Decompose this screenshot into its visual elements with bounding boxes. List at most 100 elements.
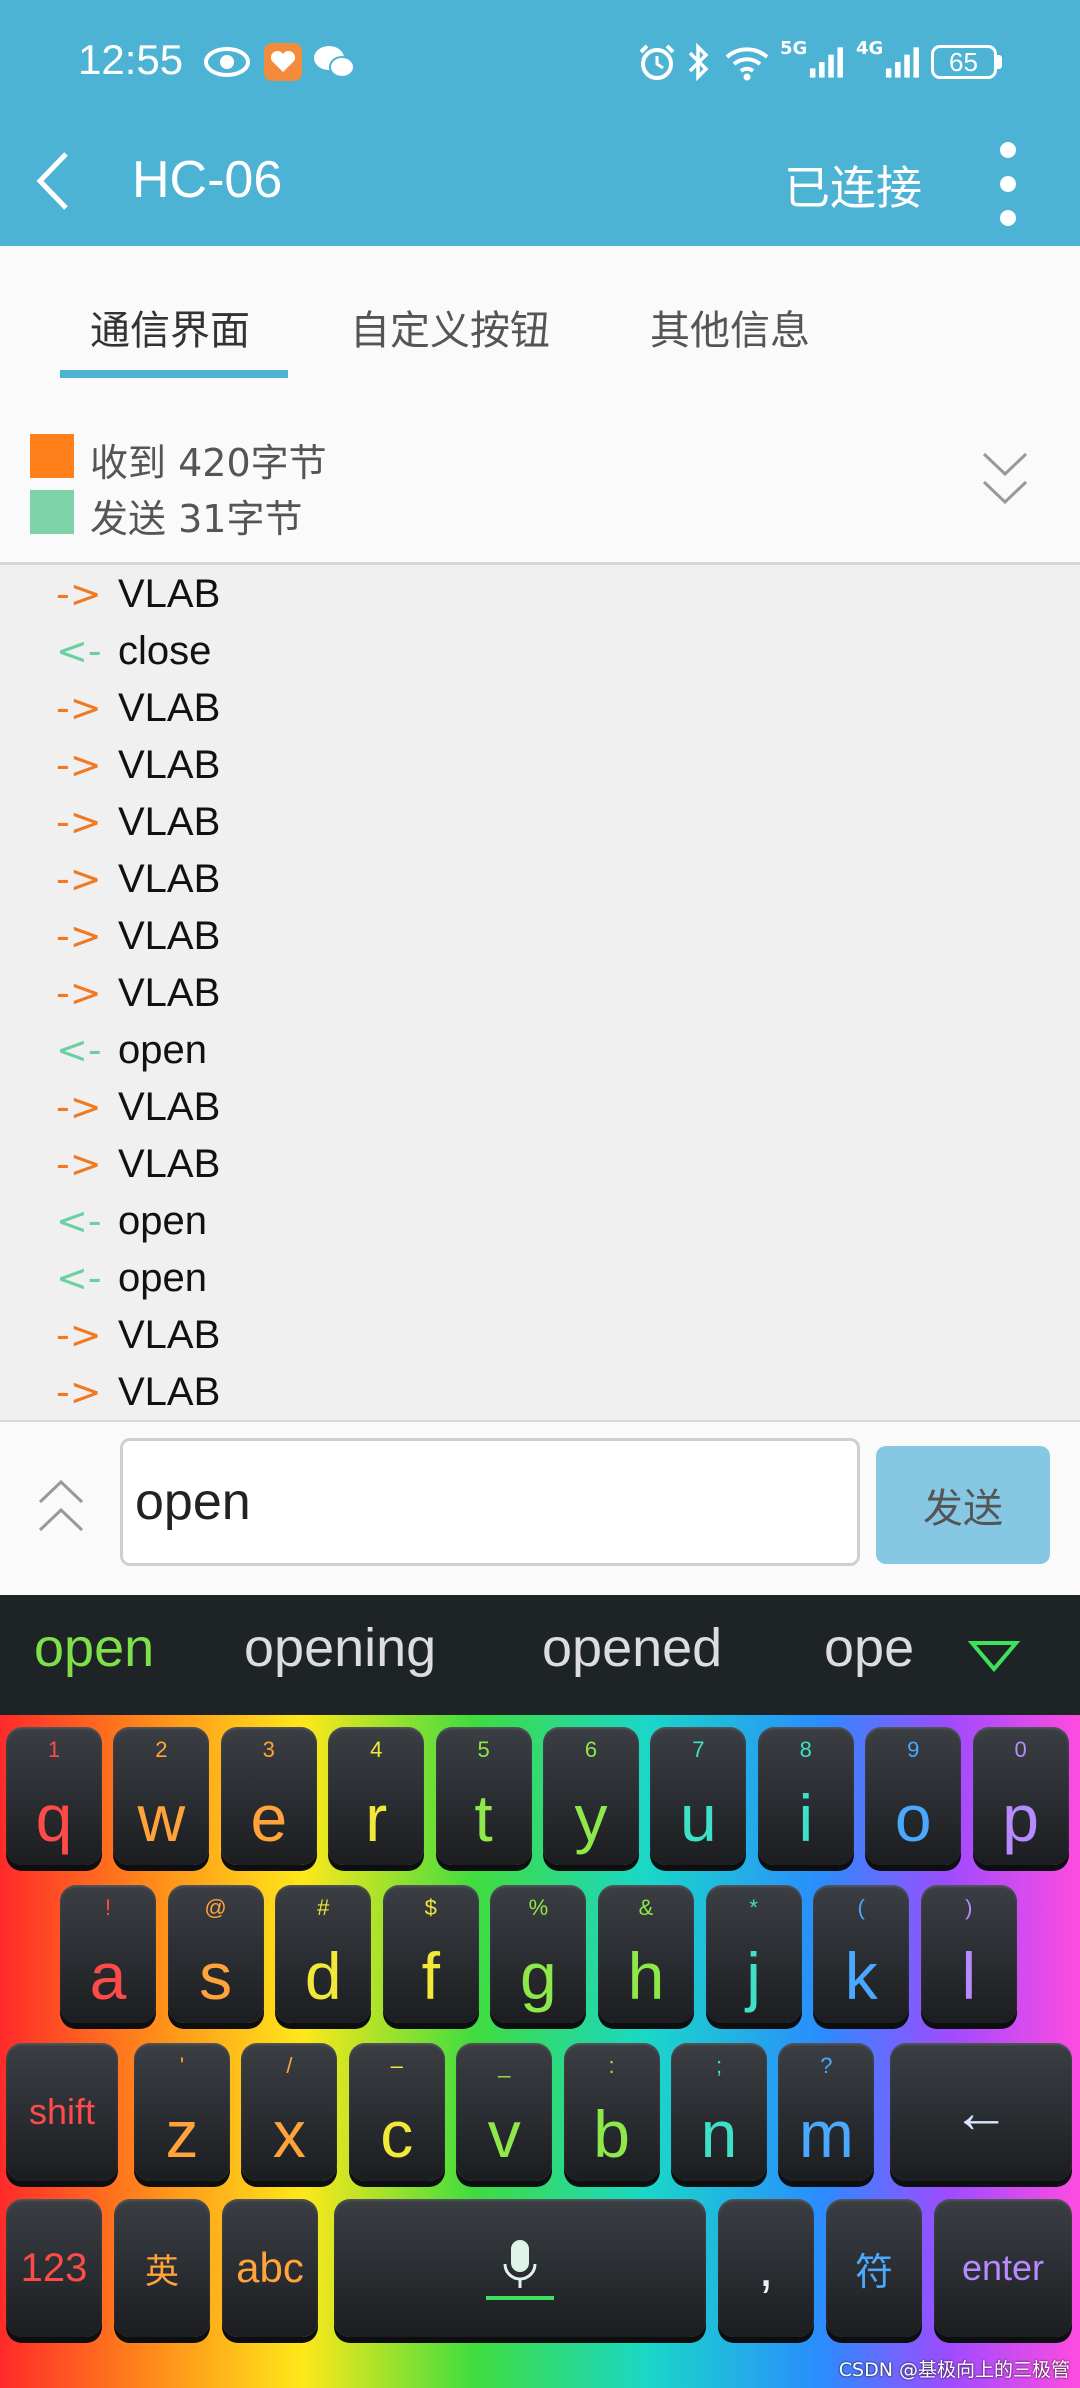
key-a[interactable]: ! a [60,1885,156,2023]
sent-color-swatch [30,490,74,534]
key-u[interactable]: 7u [650,1727,747,1865]
key-h-symbol: & [638,1895,654,1920]
key-z-symbol: ' [179,2053,185,2078]
key-y[interactable]: 6y [543,1727,639,1865]
key-j-letter: j [746,1939,761,2013]
space-bar[interactable] [334,2199,706,2337]
log-text: open [118,1027,207,1072]
log-row: <- open [56,1250,207,1306]
log-text: open [118,1198,207,1243]
key-l[interactable]: ) l [920,1885,1017,2023]
log-row: -> VLAB [56,1307,220,1363]
abc-key-label: abc [236,2244,304,2291]
message-log[interactable]: -> VLAB <- close -> VLAB -> VLAB -> VLAB -> VLAB -> V… [0,565,1080,1420]
log-row: -> VLAB [56,908,220,964]
battery-level: 65 [949,46,978,77]
log-row: <- open [56,1193,207,1249]
tab-custom-buttons[interactable]: 自定义按钮 [350,298,550,356]
key-e[interactable]: 3e [220,1727,317,1865]
sent-label: 发送 [90,497,167,541]
key-x-symbol: / [286,2053,293,2078]
key-i[interactable]: 8i [757,1727,854,1865]
more-menu-icon[interactable] [980,142,1036,226]
key-g-letter: g [520,1939,557,2013]
log-text: VLAB [118,1084,221,1129]
log-text: open [118,1255,207,1300]
key-f[interactable]: $ f [382,1885,479,2023]
sent-arrow: <- [56,1199,102,1243]
language-key[interactable]: 英 [114,2199,210,2337]
key-z[interactable]: ' z [134,2043,230,2181]
key-b-symbol: : [608,2053,615,2078]
key-l-symbol: ) [965,1895,973,1920]
back-icon[interactable] [30,146,90,222]
key-j[interactable]: * j [705,1885,802,2023]
key-k[interactable]: (k [813,1885,910,2023]
collapse-chevron-icon[interactable] [36,1472,86,1540]
key-s[interactable]: @ s [167,1885,264,2023]
key-v-symbol: _ [498,2053,511,2078]
log-row: -> VLAB [56,965,220,1021]
key-d[interactable]: # d [275,1885,372,2023]
key-b-letter: b [593,2097,630,2171]
backspace-key[interactable]: ← [890,2043,1072,2181]
key-r[interactable]: 4r [328,1727,425,1865]
message-input[interactable] [120,1438,860,1566]
key-d-letter: d [304,1939,342,2013]
key-x[interactable]: / x [241,2043,338,2181]
network-4g-label: 4G [856,38,884,59]
key-q[interactable]: 1q [6,1727,102,1865]
key-b[interactable]: :b [563,2043,660,2181]
expand-chevron-icon[interactable] [980,446,1030,514]
key-t-letter: t [474,1781,493,1855]
alarm-icon [636,38,678,86]
key-n[interactable]: ; n [671,2043,767,2181]
key-s-symbol: @ [204,1895,227,1920]
log-text: close [118,628,212,673]
key-p[interactable]: 0p [972,1727,1069,1865]
symbols-key[interactable]: 符 [826,2199,922,2337]
log-text: VLAB [118,1369,221,1414]
shift-key[interactable]: shift [6,2043,118,2181]
received-arrow: -> [56,800,102,844]
watermark: CSDN @基极向上的三极管 [838,2359,1070,2381]
tab-communication[interactable]: 通信界面 [90,298,250,356]
key-c-symbol: – [390,2053,403,2078]
key-l-letter: l [961,1939,977,2013]
received-arrow: -> [56,857,102,901]
battery-icon: 65 [928,38,1004,86]
punctuation-key[interactable]: , [718,2199,814,2337]
log-row: <- open [56,1022,207,1078]
key-q-symbol: 1 [47,1737,61,1762]
key-m[interactable]: ? m [778,2043,875,2181]
key-i-letter: i [798,1781,814,1855]
received-arrow: -> [56,743,102,787]
key-h-letter: h [627,1939,665,2013]
language-key-label: 英 [145,2252,179,2291]
sent-arrow: <- [56,1028,102,1072]
sent-counter: 发送 31字节 [90,488,302,543]
received-arrow: -> [56,1313,102,1357]
key-w-symbol: 2 [155,1737,168,1762]
numbers-key[interactable]: 123 [6,2199,102,2337]
wifi-icon [722,38,772,86]
key-y-letter: y [574,1781,608,1855]
microphone-icon [334,2199,706,2337]
enter-key[interactable]: enter [934,2199,1072,2337]
eye-icon [202,38,252,86]
key-c[interactable]: – c [348,2043,445,2181]
key-v[interactable]: _ v [456,2043,553,2181]
abc-key[interactable]: abc [222,2199,318,2337]
key-g[interactable]: % g [490,1885,587,2023]
tab-other-info[interactable]: 其他信息 [650,298,810,356]
network-5g-label: 5G [780,38,808,59]
key-o[interactable]: 9o [865,1727,962,1865]
key-m-letter: m [798,2097,854,2171]
key-y-symbol: 6 [584,1737,598,1762]
key-t[interactable]: 5t [435,1727,532,1865]
key-w[interactable]: 2w [113,1727,210,1865]
send-button[interactable]: 发送 [876,1446,1050,1564]
key-i-symbol: 8 [799,1737,812,1762]
key-h[interactable]: & h [598,1885,694,2023]
sent-arrow: <- [56,629,102,673]
